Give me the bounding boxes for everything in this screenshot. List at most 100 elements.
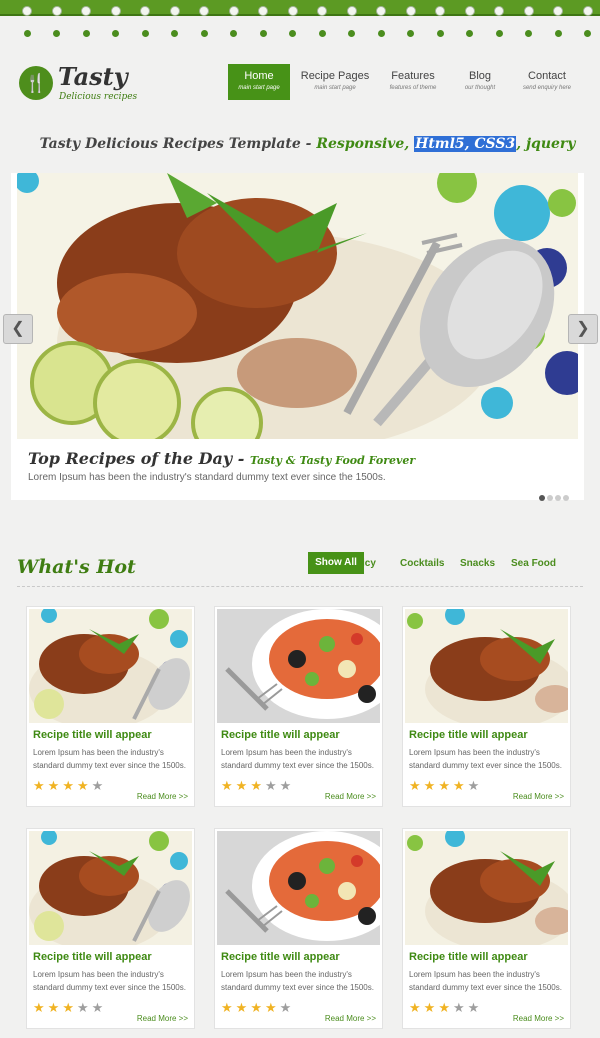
read-more-link[interactable]: Read More >>: [137, 1014, 188, 1023]
star-rating: ★★★★★: [221, 1000, 294, 1016]
stitch-pin: [81, 6, 91, 37]
star-icon: ★: [76, 778, 92, 793]
stitch-pins: [0, 6, 600, 40]
recipe-card[interactable]: Recipe title will appear Lorem Ipsum has …: [26, 828, 195, 1029]
chevron-right-icon: ❯: [576, 320, 590, 337]
filter-tab-cocktails[interactable]: Cocktails: [400, 558, 444, 569]
nav-features-label: Features: [391, 70, 435, 82]
read-more-link[interactable]: Read More >>: [513, 1014, 564, 1023]
recipe-thumbnail[interactable]: [29, 609, 192, 723]
recipe-thumbnail[interactable]: [217, 831, 380, 945]
nav-recipe-pages[interactable]: Recipe Pages main start page: [300, 64, 370, 100]
fork-knife-icon[interactable]: 🍴: [19, 66, 53, 100]
nav-recipe-pages-sub: main start page: [314, 85, 356, 91]
slider-next-button[interactable]: ❯: [568, 314, 598, 344]
stitch-pin: [22, 6, 32, 37]
recipe-thumbnail[interactable]: [405, 831, 568, 945]
star-icon: ★: [452, 778, 468, 793]
stitch-pin: [140, 6, 150, 37]
recipe-excerpt: Lorem Ipsum has been the industry's stan…: [409, 970, 562, 992]
stitch-pin: [494, 6, 504, 37]
star-rating: ★★★★★: [33, 1000, 106, 1016]
chevron-left-icon: ❮: [11, 320, 25, 337]
star-icon: ★: [409, 778, 424, 793]
recipe-excerpt: Lorem Ipsum has been the industry's stan…: [33, 748, 186, 770]
recipe-excerpt: Lorem Ipsum has been the industry's stan…: [33, 970, 186, 992]
logo-tagline: Delicious recipes: [59, 92, 138, 102]
filter-tab-sea-food[interactable]: Sea Food: [511, 558, 556, 569]
slider-dot[interactable]: [547, 495, 553, 501]
recipe-title[interactable]: Recipe title will appear: [33, 951, 152, 963]
read-more-link[interactable]: Read More >>: [325, 792, 376, 801]
recipe-card[interactable]: Recipe title will appear Lorem Ipsum has …: [214, 606, 383, 807]
star-icon: ★: [409, 1000, 424, 1015]
recipe-title[interactable]: Recipe title will appear: [221, 951, 340, 963]
stitch-pin: [228, 6, 239, 37]
recipe-card[interactable]: Recipe title will appear Lorem Ipsum has …: [402, 828, 571, 1029]
nav-blog-sub: our thought: [464, 85, 496, 91]
recipe-card[interactable]: Recipe title will appear Lorem Ipsum has …: [26, 606, 195, 807]
recipe-title[interactable]: Recipe title will appear: [409, 729, 528, 741]
star-icon: ★: [452, 1000, 468, 1015]
nav-contact-sub: send enquiry here: [522, 85, 572, 91]
slider-dot[interactable]: [563, 495, 569, 501]
star-rating: ★★★★★: [221, 778, 294, 794]
star-icon: ★: [91, 778, 107, 793]
star-rating: ★★★★★: [33, 778, 106, 794]
nav-blog[interactable]: Blog our thought: [455, 64, 505, 100]
stitch-pin: [405, 6, 416, 37]
star-icon: ★: [423, 1000, 439, 1015]
recipe-excerpt: Lorem Ipsum has been the industry's stan…: [409, 748, 562, 770]
star-icon: ★: [467, 1000, 483, 1015]
tagline-part1: Tasty Delicious Recipes Template -: [39, 136, 317, 152]
recipe-thumbnail[interactable]: [217, 609, 380, 723]
filter-tab-snacks[interactable]: Snacks: [460, 558, 495, 569]
stitch-pin: [582, 6, 593, 37]
recipe-thumbnail[interactable]: [405, 609, 568, 723]
nav-home[interactable]: Home main start page: [228, 64, 290, 100]
logo-name[interactable]: Tasty: [58, 62, 128, 91]
nav-recipe-pages-label: Recipe Pages: [300, 70, 370, 82]
recipe-title[interactable]: Recipe title will appear: [221, 729, 340, 741]
stitch-pin: [553, 6, 563, 37]
star-icon: ★: [62, 778, 77, 793]
star-icon: ★: [47, 778, 63, 793]
stitch-pin: [51, 6, 62, 37]
read-more-link[interactable]: Read More >>: [137, 792, 188, 801]
read-more-link[interactable]: Read More >>: [513, 792, 564, 801]
slider-dot[interactable]: [539, 495, 545, 501]
star-icon: ★: [62, 1000, 77, 1015]
nav-contact[interactable]: Contact send enquiry here: [517, 64, 577, 100]
recipe-title[interactable]: Recipe title will appear: [33, 729, 152, 741]
recipe-card[interactable]: Recipe title will appear Lorem Ipsum has …: [402, 606, 571, 807]
stitch-pin: [435, 6, 445, 37]
hero-food-image: [17, 173, 578, 439]
stitch-pin: [110, 6, 121, 37]
nav-blog-label: Blog: [468, 70, 492, 82]
slider-dot[interactable]: [555, 495, 561, 501]
site-tagline: Tasty Delicious Recipes Template - Respo…: [0, 136, 600, 152]
star-icon: ★: [235, 1000, 251, 1015]
star-icon: ★: [279, 778, 295, 793]
star-icon: ★: [250, 1000, 265, 1015]
slider-caption-title: Top Recipes of the Day - Tasty & Tasty F…: [28, 449, 415, 468]
star-rating: ★★★★★: [409, 1000, 482, 1016]
slider-prev-button[interactable]: ❮: [3, 314, 33, 344]
tagline-part2: Responsive,: [316, 136, 415, 152]
recipe-title[interactable]: Recipe title will appear: [409, 951, 528, 963]
star-icon: ★: [264, 778, 280, 793]
read-more-link[interactable]: Read More >>: [325, 1014, 376, 1023]
stitch-pin: [199, 6, 209, 37]
slider-dots: [539, 488, 571, 506]
stitch-pin: [464, 6, 475, 37]
star-icon: ★: [91, 1000, 107, 1015]
recipe-excerpt: Lorem Ipsum has been the industry's stan…: [221, 748, 374, 770]
filter-tab-show-all[interactable]: Show All: [308, 552, 364, 574]
section-title-whats-hot: What's Hot: [17, 556, 136, 578]
star-icon: ★: [235, 778, 251, 793]
nav-features[interactable]: Features features of theme: [382, 64, 444, 100]
recipe-card[interactable]: Recipe title will appear Lorem Ipsum has …: [214, 828, 383, 1029]
stitch-pin: [523, 6, 534, 37]
filter-tab-icy[interactable]: icy: [362, 558, 376, 569]
recipe-thumbnail[interactable]: [29, 831, 192, 945]
